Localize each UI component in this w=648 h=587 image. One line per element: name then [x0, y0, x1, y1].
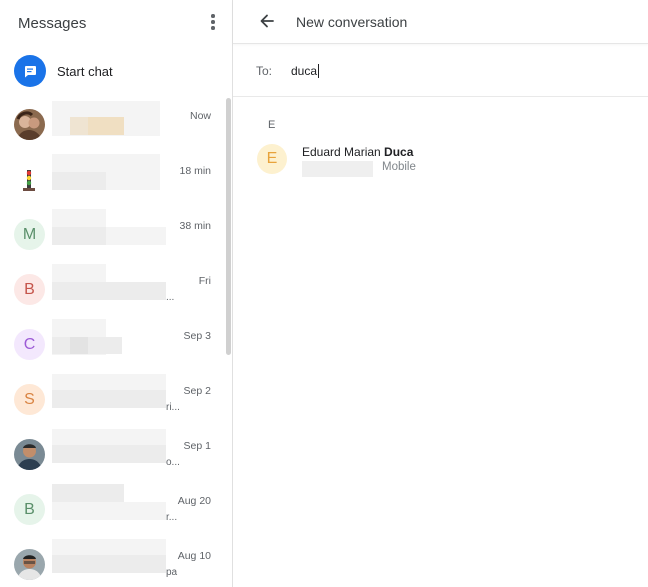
contact-phone-redacted	[302, 161, 373, 177]
contact-name-match: Duca	[384, 145, 414, 159]
contact-letter-avatar: M	[14, 219, 45, 250]
conversation-time: Aug 10	[177, 550, 211, 562]
contact-letter-avatar: S	[14, 384, 45, 415]
more-vert-icon[interactable]	[204, 12, 222, 32]
contact-photo-avatar	[14, 109, 45, 140]
conversation-item[interactable]: S ri... Sep 2	[0, 372, 224, 427]
contact-letter-avatar: E	[257, 144, 287, 174]
conversation-time: Sep 1	[183, 440, 211, 452]
conversation-item[interactable]: B ... Fri	[0, 262, 224, 317]
conversation-item[interactable]: C Sep 3	[0, 317, 224, 372]
contact-result[interactable]: E Eduard Marian Duca Mobile	[233, 138, 648, 184]
conversation-time: Sep 3	[183, 330, 211, 342]
conversation-list-panel: Messages Start chat Now 18 min M 38 min	[0, 0, 233, 587]
conversation-item[interactable]: o... Sep 1	[0, 427, 224, 482]
conversation-time: Fri	[198, 275, 211, 287]
app-title: Messages	[18, 15, 87, 32]
recipient-input[interactable]	[291, 60, 621, 82]
conversation-time: 38 min	[179, 220, 211, 232]
message-trail: ...	[166, 292, 175, 303]
contact-letter-avatar: C	[14, 329, 45, 360]
arrow-back-icon[interactable]	[257, 11, 277, 31]
message-trail: o...	[166, 457, 180, 468]
conversation-item[interactable]: M 38 min	[0, 207, 224, 262]
conversation-item[interactable]: 18 min	[0, 152, 224, 207]
new-conversation-panel: New conversation To: E E Eduard Marian D…	[233, 0, 648, 587]
contact-photo-avatar	[14, 164, 45, 195]
conversation-item[interactable]: pa Aug 10	[0, 537, 224, 587]
contact-photo-avatar	[14, 549, 45, 580]
message-trail: pa	[166, 567, 178, 578]
text-caret	[318, 64, 319, 78]
conversation-time: Now	[189, 110, 211, 122]
to-label: To:	[256, 64, 273, 78]
start-chat-label: Start chat	[57, 64, 113, 79]
conversation-time: Aug 20	[177, 495, 211, 507]
contact-letter-avatar: B	[14, 274, 45, 305]
message-trail: r...	[166, 512, 178, 523]
conversation-time: 18 min	[179, 165, 211, 177]
contact-photo-avatar	[14, 439, 45, 470]
recipient-row: To:	[233, 46, 648, 97]
results-section-letter: E	[268, 119, 276, 131]
main-header: New conversation	[233, 0, 648, 44]
start-chat-button[interactable]: Start chat	[0, 52, 232, 92]
page-title: New conversation	[296, 14, 408, 30]
message-trail: ri...	[166, 402, 180, 413]
contact-name: Eduard Marian Duca	[302, 145, 414, 159]
conversation-time: Sep 2	[183, 385, 211, 397]
conversation-item[interactable]: B r... Aug 20	[0, 482, 224, 537]
chat-bubble-icon	[14, 55, 46, 87]
contact-phone-type: Mobile	[382, 161, 416, 173]
conversation-item[interactable]: Now	[0, 97, 224, 152]
contact-letter-avatar: B	[14, 494, 45, 525]
sidebar-scrollbar[interactable]	[226, 98, 231, 355]
sidebar-header: Messages	[0, 0, 232, 46]
